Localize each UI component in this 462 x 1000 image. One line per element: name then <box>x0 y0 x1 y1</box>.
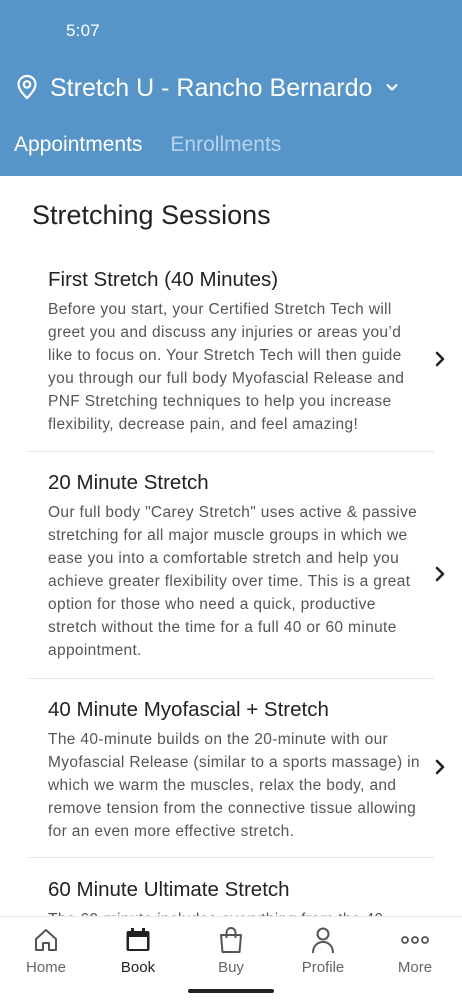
session-title: First Stretch (40 Minutes) <box>48 268 279 291</box>
shopping-bag-icon <box>217 925 245 955</box>
home-icon <box>32 925 60 955</box>
session-card-first-stretch[interactable]: First Stretch (40 Minutes) Before you st… <box>28 268 445 452</box>
nav-label: Profile <box>301 959 345 976</box>
person-icon <box>309 925 337 955</box>
tab-bar: Appointments Enrollments <box>14 133 281 157</box>
nav-label: Home <box>25 959 66 976</box>
home-indicator <box>188 989 274 993</box>
location-selector[interactable]: Stretch U - Rancho Bernardo <box>16 68 402 108</box>
tab-enrollments[interactable]: Enrollments <box>170 133 281 157</box>
more-dots-icon <box>401 925 429 955</box>
session-card-20-minute[interactable]: 20 Minute Stretch Our full body "Carey S… <box>28 471 445 679</box>
session-title: 40 Minute Myofascial + Stretch <box>48 698 329 721</box>
nav-label: Book <box>120 959 156 976</box>
nav-buy[interactable]: Buy <box>185 925 277 985</box>
nav-label: More <box>397 959 433 976</box>
calendar-icon <box>124 925 152 955</box>
header: 5:07 Stretch U - Rancho Bernardo Appoint… <box>0 0 462 176</box>
nav-home[interactable]: Home <box>0 925 92 985</box>
session-title: 60 Minute Ultimate Stretch <box>48 878 290 901</box>
chevron-right-icon[interactable] <box>434 758 448 776</box>
session-card-60-minute-ultimate[interactable]: 60 Minute Ultimate Stretch The 60-minute… <box>28 878 434 916</box>
session-list-area: Stretching Sessions First Stretch (40 Mi… <box>0 176 462 916</box>
location-title: Stretch U - Rancho Bernardo <box>50 73 373 102</box>
nav-label: Buy <box>218 959 244 976</box>
nav-book[interactable]: Book <box>92 925 184 985</box>
chevron-right-icon[interactable] <box>434 565 448 583</box>
session-title: 20 Minute Stretch <box>48 471 209 494</box>
nav-profile[interactable]: Profile <box>277 925 369 985</box>
chevron-right-icon[interactable] <box>434 350 448 368</box>
session-description: The 40-minute builds on the 20-minute wi… <box>48 731 420 840</box>
session-description: Our full body "Carey Stretch" uses activ… <box>48 504 418 659</box>
session-card-40-minute-myofascial[interactable]: 40 Minute Myofascial + Stretch The 40-mi… <box>28 698 445 858</box>
session-description: The 60-minute includes everything from t… <box>48 908 420 916</box>
tab-appointments[interactable]: Appointments <box>14 133 142 157</box>
chevron-down-icon[interactable] <box>384 79 402 97</box>
status-bar-time: 5:07 <box>66 21 100 40</box>
section-title: Stretching Sessions <box>32 200 271 230</box>
nav-more[interactable]: More <box>369 925 461 985</box>
map-pin-icon <box>16 74 40 102</box>
app-screen: 5:07 Stretch U - Rancho Bernardo Appoint… <box>0 0 462 1000</box>
bottom-nav: Home Book Buy Profile More <box>0 916 462 1000</box>
session-description: Before you start, your Certified Stretch… <box>48 301 405 433</box>
